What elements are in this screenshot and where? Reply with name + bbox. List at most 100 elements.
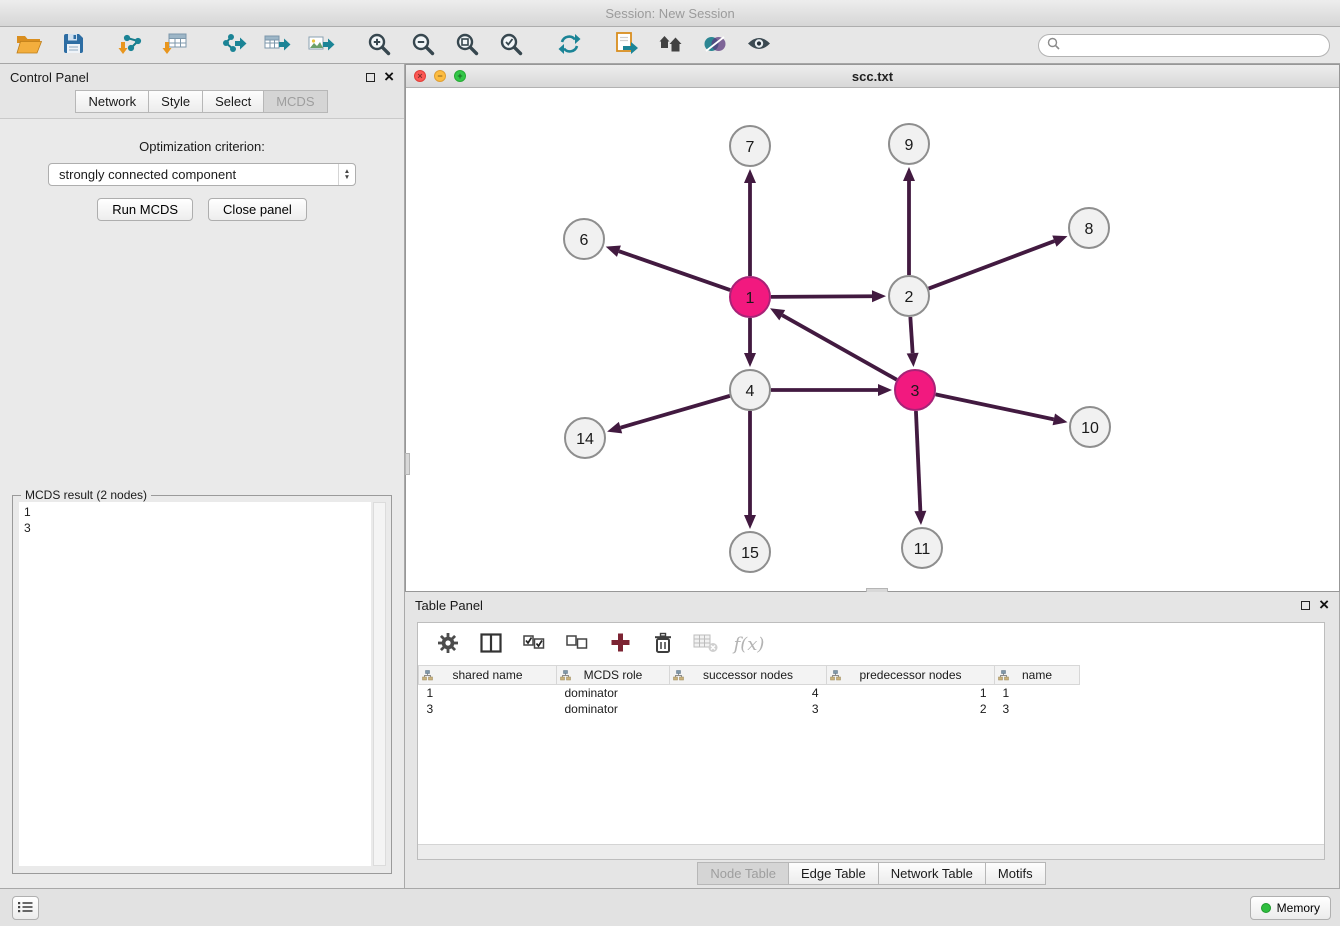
table-row[interactable]: 1dominator411 xyxy=(419,685,1325,701)
graph-node-3[interactable]: 3 xyxy=(895,370,935,410)
table-cell[interactable]: 1 xyxy=(827,685,995,701)
memory-button[interactable]: Memory xyxy=(1250,896,1331,920)
control-panel-tab-select[interactable]: Select xyxy=(202,90,264,113)
graph-node-6[interactable]: 6 xyxy=(564,219,604,259)
column-visibility-button[interactable] xyxy=(477,630,505,658)
graph-edge-4-3[interactable] xyxy=(771,384,892,396)
table-horizontal-scrollbar[interactable] xyxy=(418,844,1324,859)
column-header-shared-name[interactable]: shared name xyxy=(419,666,557,685)
unchecked-boxes-icon xyxy=(566,635,588,653)
control-panel-tab-style[interactable]: Style xyxy=(148,90,203,113)
export-network-button[interactable] xyxy=(214,30,252,60)
float-table-panel-icon[interactable] xyxy=(1301,601,1310,610)
zoom-in-button[interactable] xyxy=(360,30,398,60)
delete-table-button[interactable] xyxy=(692,630,720,658)
table-cell[interactable]: 4 xyxy=(670,685,827,701)
graph-edge-3-11[interactable] xyxy=(914,411,926,525)
graph-node-8[interactable]: 8 xyxy=(1069,208,1109,248)
table-cell[interactable]: 3 xyxy=(995,701,1080,717)
panel-resize-grip-vertical[interactable] xyxy=(405,453,410,475)
search-input[interactable] xyxy=(1066,38,1321,52)
document-share-button[interactable] xyxy=(608,30,646,60)
export-image-button[interactable] xyxy=(302,30,340,60)
save-session-button[interactable] xyxy=(54,30,92,60)
graph-edge-1-7[interactable] xyxy=(744,169,756,276)
column-header-successor-nodes[interactable]: successor nodes xyxy=(670,666,827,685)
venn-merge-button[interactable] xyxy=(696,30,734,60)
search-box[interactable] xyxy=(1038,34,1330,57)
unselect-all-rows-button[interactable] xyxy=(563,630,591,658)
close-panel-icon[interactable]: × xyxy=(384,71,394,83)
graph-edge-1-2[interactable] xyxy=(771,290,886,302)
home-button[interactable] xyxy=(652,30,690,60)
refresh-view-button[interactable] xyxy=(550,30,588,60)
network-graph[interactable]: 7 9 6 8 1 2 4 3 14 10 15 11 xyxy=(406,88,1339,591)
graph-node-1[interactable]: 1 xyxy=(730,277,770,317)
window-titlebar[interactable]: Session: New Session xyxy=(0,0,1340,27)
result-scrollbar[interactable] xyxy=(373,502,386,866)
control-panel-tabbar: NetworkStyleSelectMCDS xyxy=(0,90,404,117)
close-panel-button[interactable]: Close panel xyxy=(208,198,307,221)
minimize-window-icon[interactable]: − xyxy=(434,70,446,82)
column-header-mcds-role[interactable]: MCDS role xyxy=(557,666,670,685)
graph-node-11[interactable]: 11 xyxy=(902,528,942,568)
open-session-button[interactable] xyxy=(10,30,48,60)
graph-edge-2-3[interactable] xyxy=(907,317,919,367)
optimization-dropdown[interactable]: strongly connected component ▲▼ xyxy=(48,163,356,186)
table-cell[interactable]: 2 xyxy=(827,701,995,717)
graph-edge-1-6[interactable] xyxy=(606,246,730,291)
graph-edge-3-1[interactable] xyxy=(770,308,897,379)
table-tab-edge-table[interactable]: Edge Table xyxy=(788,862,879,885)
export-table-button[interactable] xyxy=(258,30,296,60)
mcds-result-text[interactable]: 13 xyxy=(19,502,371,866)
control-panel-tab-network[interactable]: Network xyxy=(75,90,149,113)
graph-node-4[interactable]: 4 xyxy=(730,370,770,410)
table-cell[interactable]: 3 xyxy=(670,701,827,717)
close-table-panel-icon[interactable]: × xyxy=(1319,599,1329,611)
zoom-out-button[interactable] xyxy=(404,30,442,60)
graph-node-15[interactable]: 15 xyxy=(730,532,770,572)
graph-node-7[interactable]: 7 xyxy=(730,126,770,166)
graph-node-14[interactable]: 14 xyxy=(565,418,605,458)
table-cell[interactable]: dominator xyxy=(557,701,670,717)
table-tab-node-table[interactable]: Node Table xyxy=(697,862,789,885)
table-row[interactable]: 3dominator323 xyxy=(419,701,1325,717)
graph-edge-2-9[interactable] xyxy=(903,167,915,275)
table-cell-filler xyxy=(1080,685,1325,701)
import-table-from-file-button[interactable] xyxy=(156,30,194,60)
delete-row-button[interactable] xyxy=(649,630,677,658)
function-builder-button[interactable]: f(x) xyxy=(735,630,763,658)
graph-edge-4-15[interactable] xyxy=(744,411,756,529)
graph-node-2[interactable]: 2 xyxy=(889,276,929,316)
table-settings-button[interactable] xyxy=(434,630,462,658)
table-cell[interactable]: 3 xyxy=(419,701,557,717)
task-history-button[interactable] xyxy=(12,896,39,920)
graph-edge-1-4[interactable] xyxy=(744,318,756,367)
table-tab-network-table[interactable]: Network Table xyxy=(878,862,986,885)
table-cell[interactable]: 1 xyxy=(995,685,1080,701)
column-header-predecessor-nodes[interactable]: predecessor nodes xyxy=(827,666,995,685)
graph-node-10[interactable]: 10 xyxy=(1070,407,1110,447)
graph-edge-3-10[interactable] xyxy=(936,394,1068,425)
maximize-window-icon[interactable]: + xyxy=(454,70,466,82)
select-all-rows-button[interactable] xyxy=(520,630,548,658)
table-cell[interactable]: 1 xyxy=(419,685,557,701)
column-header-name[interactable]: name xyxy=(995,666,1080,685)
show-hide-details-button[interactable] xyxy=(740,30,778,60)
network-window-titlebar[interactable]: scc.txt × − + xyxy=(406,65,1339,88)
graph-node-9[interactable]: 9 xyxy=(889,124,929,164)
close-window-icon[interactable]: × xyxy=(414,70,426,82)
network-canvas[interactable]: 7 9 6 8 1 2 4 3 14 10 15 11 xyxy=(406,88,1339,591)
table-tab-motifs[interactable]: Motifs xyxy=(985,862,1046,885)
float-panel-icon[interactable] xyxy=(366,73,375,82)
zoom-selected-button[interactable] xyxy=(492,30,530,60)
refresh-icon xyxy=(558,33,581,58)
add-row-button[interactable] xyxy=(606,630,634,658)
graph-edge-4-14[interactable] xyxy=(607,396,730,434)
control-panel-tab-mcds[interactable]: MCDS xyxy=(263,90,327,113)
import-network-from-file-button[interactable] xyxy=(112,30,150,60)
table-cell[interactable]: dominator xyxy=(557,685,670,701)
run-mcds-button[interactable]: Run MCDS xyxy=(97,198,193,221)
graph-edge-2-8[interactable] xyxy=(929,235,1068,288)
zoom-fit-button[interactable] xyxy=(448,30,486,60)
